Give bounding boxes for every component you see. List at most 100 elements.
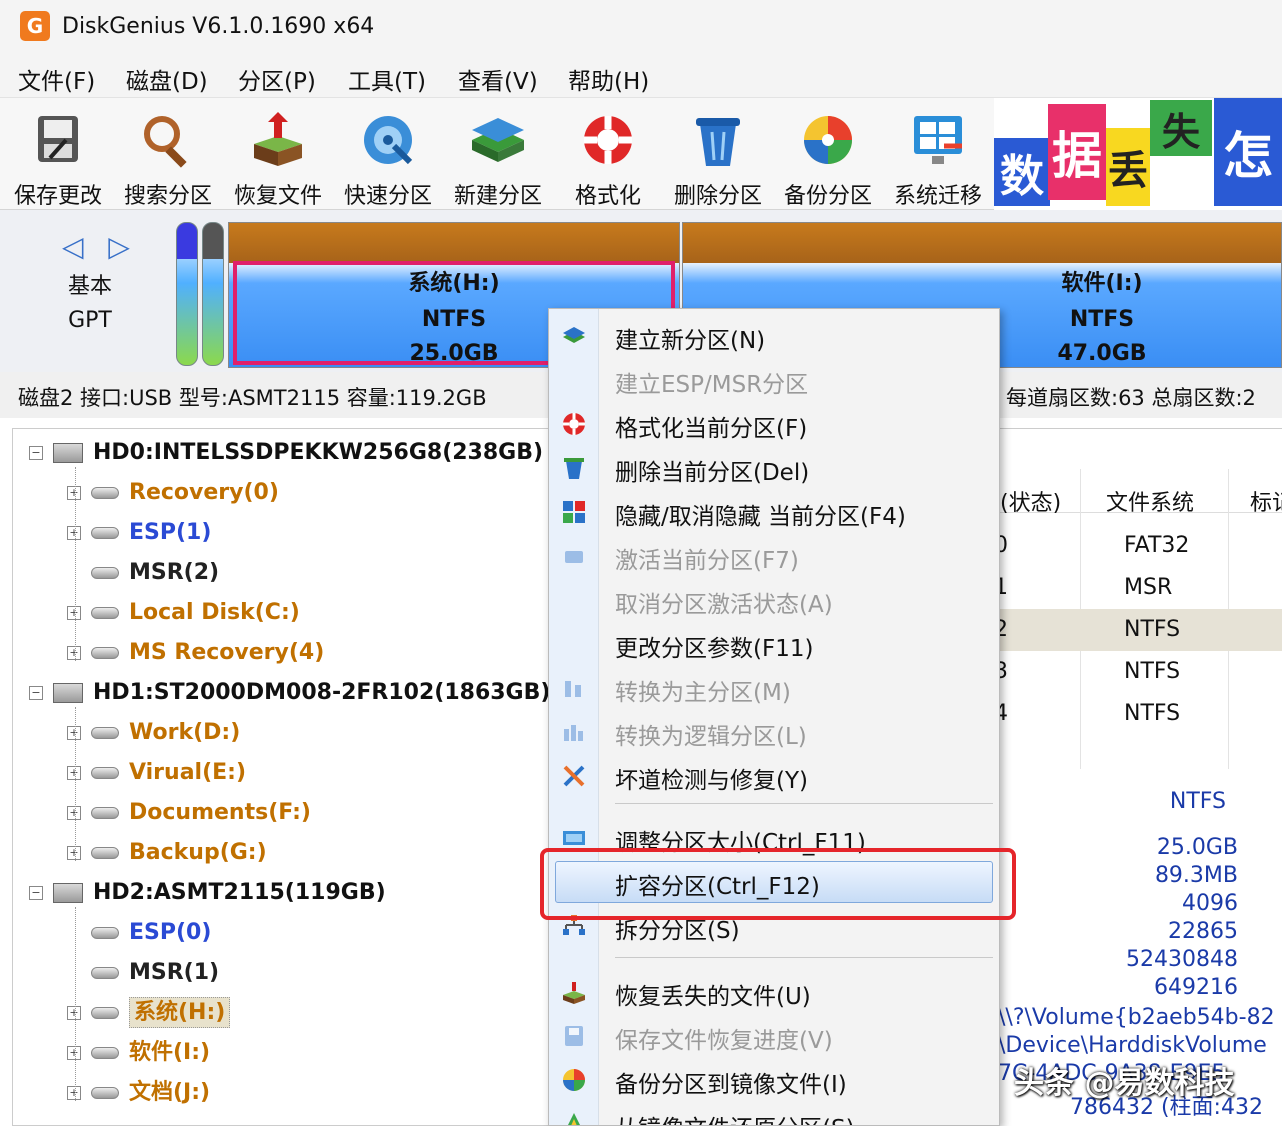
expand-icon[interactable]: + [67, 846, 81, 860]
partition-icon [91, 927, 119, 939]
partition-icon [91, 527, 119, 539]
tree-partition-label: MS Recovery(4) [129, 640, 325, 665]
tree-partition-node[interactable]: MSR(2) [67, 555, 219, 591]
disk-nav-arrows[interactable]: ◁ ▷ [62, 230, 138, 263]
context-menu-item[interactable]: 更改分区参数(F11) [549, 621, 999, 665]
tree-disk-node[interactable]: − HD1:ST2000DM008-2FR102(1863GB) [29, 675, 550, 711]
context-menu-item[interactable]: 格式化当前分区(F) [549, 401, 999, 445]
save-changes-button[interactable]: 保存更改 [4, 106, 112, 209]
expand-icon[interactable]: + [67, 726, 81, 740]
context-menu-item[interactable]: 隐藏/取消隐藏 当前分区(F4) [549, 489, 999, 533]
expand-icon[interactable]: + [67, 1046, 81, 1060]
promo-banner[interactable]: 数 据 丢 失 怎 [994, 98, 1282, 210]
format-button[interactable]: 格式化 [554, 106, 662, 209]
tree-partition-node[interactable]: + MS Recovery(4) [67, 635, 324, 671]
partition-bar-msr[interactable] [202, 222, 224, 366]
backup-disc-icon [561, 1067, 587, 1093]
partition-system-name: 系统(H:) [408, 271, 500, 296]
context-menu: 建立新分区(N) 建立ESP/MSR分区格式化当前分区(F) 删除当前分区(Del)… [548, 308, 1000, 1126]
quick-partition-button[interactable]: 快速分区 [334, 106, 442, 209]
disk-type: 基本 GPT [40, 270, 140, 338]
detail-value: 25.0GB [1156, 835, 1238, 860]
search-partition-button[interactable]: 搜索分区 [114, 106, 222, 209]
expand-icon[interactable]: + [67, 766, 81, 780]
menu-help[interactable]: 帮助(H) [568, 62, 649, 96]
context-menu-item-label: 转换为主分区(M) [615, 680, 791, 706]
menu-view[interactable]: 查看(V) [458, 62, 538, 96]
recover-files-button[interactable]: 恢复文件 [224, 106, 332, 209]
search-partition-label: 搜索分区 [123, 184, 212, 209]
new-partition-button[interactable]: 新建分区 [444, 106, 552, 209]
expand-icon[interactable]: + [67, 486, 81, 500]
banner-char-3: 丢 [1106, 128, 1150, 206]
banner-char-2: 据 [1048, 104, 1106, 200]
delete-partition-button[interactable]: 删除分区 [664, 106, 772, 209]
tree-partition-node[interactable]: + Recovery(0) [67, 475, 279, 511]
collapse-icon[interactable]: − [29, 446, 43, 460]
expand-icon[interactable]: + [67, 606, 81, 620]
expand-icon[interactable]: + [67, 1006, 81, 1020]
partition-bar-esp[interactable] [176, 222, 198, 366]
collapse-icon[interactable]: − [29, 886, 43, 900]
expand-icon[interactable]: + [67, 1086, 81, 1100]
menu-partition[interactable]: 分区(P) [238, 62, 316, 96]
tree-partition-node[interactable]: + Local Disk(C:) [67, 595, 300, 631]
column-header-label[interactable]: 标记 [1250, 485, 1282, 517]
toolbar: 保存更改 搜索分区 恢复文件 快速分区 新建分区 格式化 删除分区 备份分区 系… [0, 98, 1282, 210]
app-logo-icon: G [20, 11, 50, 41]
disk-info-right: 每道扇区数:63 总扇区数:2 [1006, 386, 1256, 410]
trash-icon [561, 455, 587, 481]
tree-disk-node[interactable]: − HD0:INTELSSDPEKKW256G8(238GB) [29, 435, 543, 471]
tree-partition-node[interactable]: + Virual(E:) [67, 755, 246, 791]
row-filesystem: NTFS [1124, 617, 1181, 642]
tree-partition-node[interactable]: + Documents(F:) [67, 795, 311, 831]
context-menu-item[interactable]: 建立新分区(N) [549, 313, 999, 357]
context-menu-item[interactable]: 备份分区到镜像文件(I) [549, 1057, 999, 1101]
row-filesystem: NTFS [1124, 701, 1181, 726]
context-menu-item-label: 从镜像文件还原分区(S) [615, 1109, 855, 1125]
tree-partition-node[interactable]: + 软件(I:) [67, 1035, 210, 1071]
highlight-annotation-box [540, 848, 1016, 920]
expand-icon[interactable]: + [67, 526, 81, 540]
tree-partition-node[interactable]: + Backup(G:) [67, 835, 267, 871]
convert-primary-icon [561, 675, 587, 701]
tree-partition-node[interactable]: + Work(D:) [67, 715, 240, 751]
system-migration-button[interactable]: 系统迁移 [884, 106, 992, 209]
tree-partition-node[interactable]: + ESP(1) [67, 515, 211, 551]
tree-partition-label: MSR(1) [129, 960, 220, 985]
backup-disc-icon [804, 116, 852, 164]
context-menu-item[interactable]: 坏道检测与修复(Y) [549, 753, 999, 797]
context-menu-item-label: 备份分区到镜像文件(I) [615, 1072, 847, 1098]
recover-files-label: 恢复文件 [233, 184, 322, 209]
diskgenius-window: G DiskGenius V6.1.0.1690 x64 文件(F) 磁盘(D)… [0, 0, 1282, 1126]
partition-detail-panel: (状态) 文件系统 标记 0FAT321MSR2NTFS3NTFS4NTFS N… [994, 428, 1282, 1126]
tree-partition-node[interactable]: + 系统(H:) [67, 995, 231, 1031]
context-menu-item[interactable]: 删除当前分区(Del) [549, 445, 999, 489]
tree-partition-label: MSR(2) [129, 560, 220, 585]
collapse-icon[interactable]: − [29, 686, 43, 700]
menu-tools[interactable]: 工具(T) [348, 62, 426, 96]
disk-tree: − HD0:INTELSSDPEKKW256G8(238GB) + Recovery(… [12, 428, 552, 1126]
windows-migrate-icon [914, 116, 962, 164]
context-menu-item[interactable]: 从镜像文件还原分区(S) [549, 1101, 999, 1125]
tree-partition-node[interactable]: MSR(1) [67, 955, 219, 991]
menu-separator [615, 803, 993, 804]
tree-partition-label: 软件(I:) [129, 1040, 211, 1065]
context-menu-item: 建立ESP/MSR分区 [549, 357, 999, 401]
tree-partition-node[interactable]: ESP(0) [67, 915, 211, 951]
backup-partition-button[interactable]: 备份分区 [774, 106, 882, 209]
expand-icon[interactable]: + [67, 806, 81, 820]
expand-icon[interactable]: + [67, 646, 81, 660]
repair-tools-icon [561, 763, 587, 789]
menu-file[interactable]: 文件(F) [18, 62, 95, 96]
menu-disk[interactable]: 磁盘(D) [126, 62, 208, 96]
column-header-filesystem[interactable]: 文件系统 [1106, 485, 1194, 517]
tree-disk-node[interactable]: − HD2:ASMT2115(119GB) [29, 875, 386, 911]
context-menu-item[interactable]: 恢复丢失的文件(U) [549, 969, 999, 1013]
detail-value: 89.3MB [1154, 863, 1238, 888]
tree-partition-node[interactable]: + 文档(J:) [67, 1075, 210, 1111]
tree-disk-label: HD1:ST2000DM008-2FR102(1863GB) [93, 680, 551, 705]
context-menu-item-label: 格式化当前分区(F) [615, 416, 808, 442]
tree-disk-label: HD0:INTELSSDPEKKW256G8(238GB) [93, 440, 544, 465]
column-header-status[interactable]: (状态) [1000, 485, 1061, 517]
